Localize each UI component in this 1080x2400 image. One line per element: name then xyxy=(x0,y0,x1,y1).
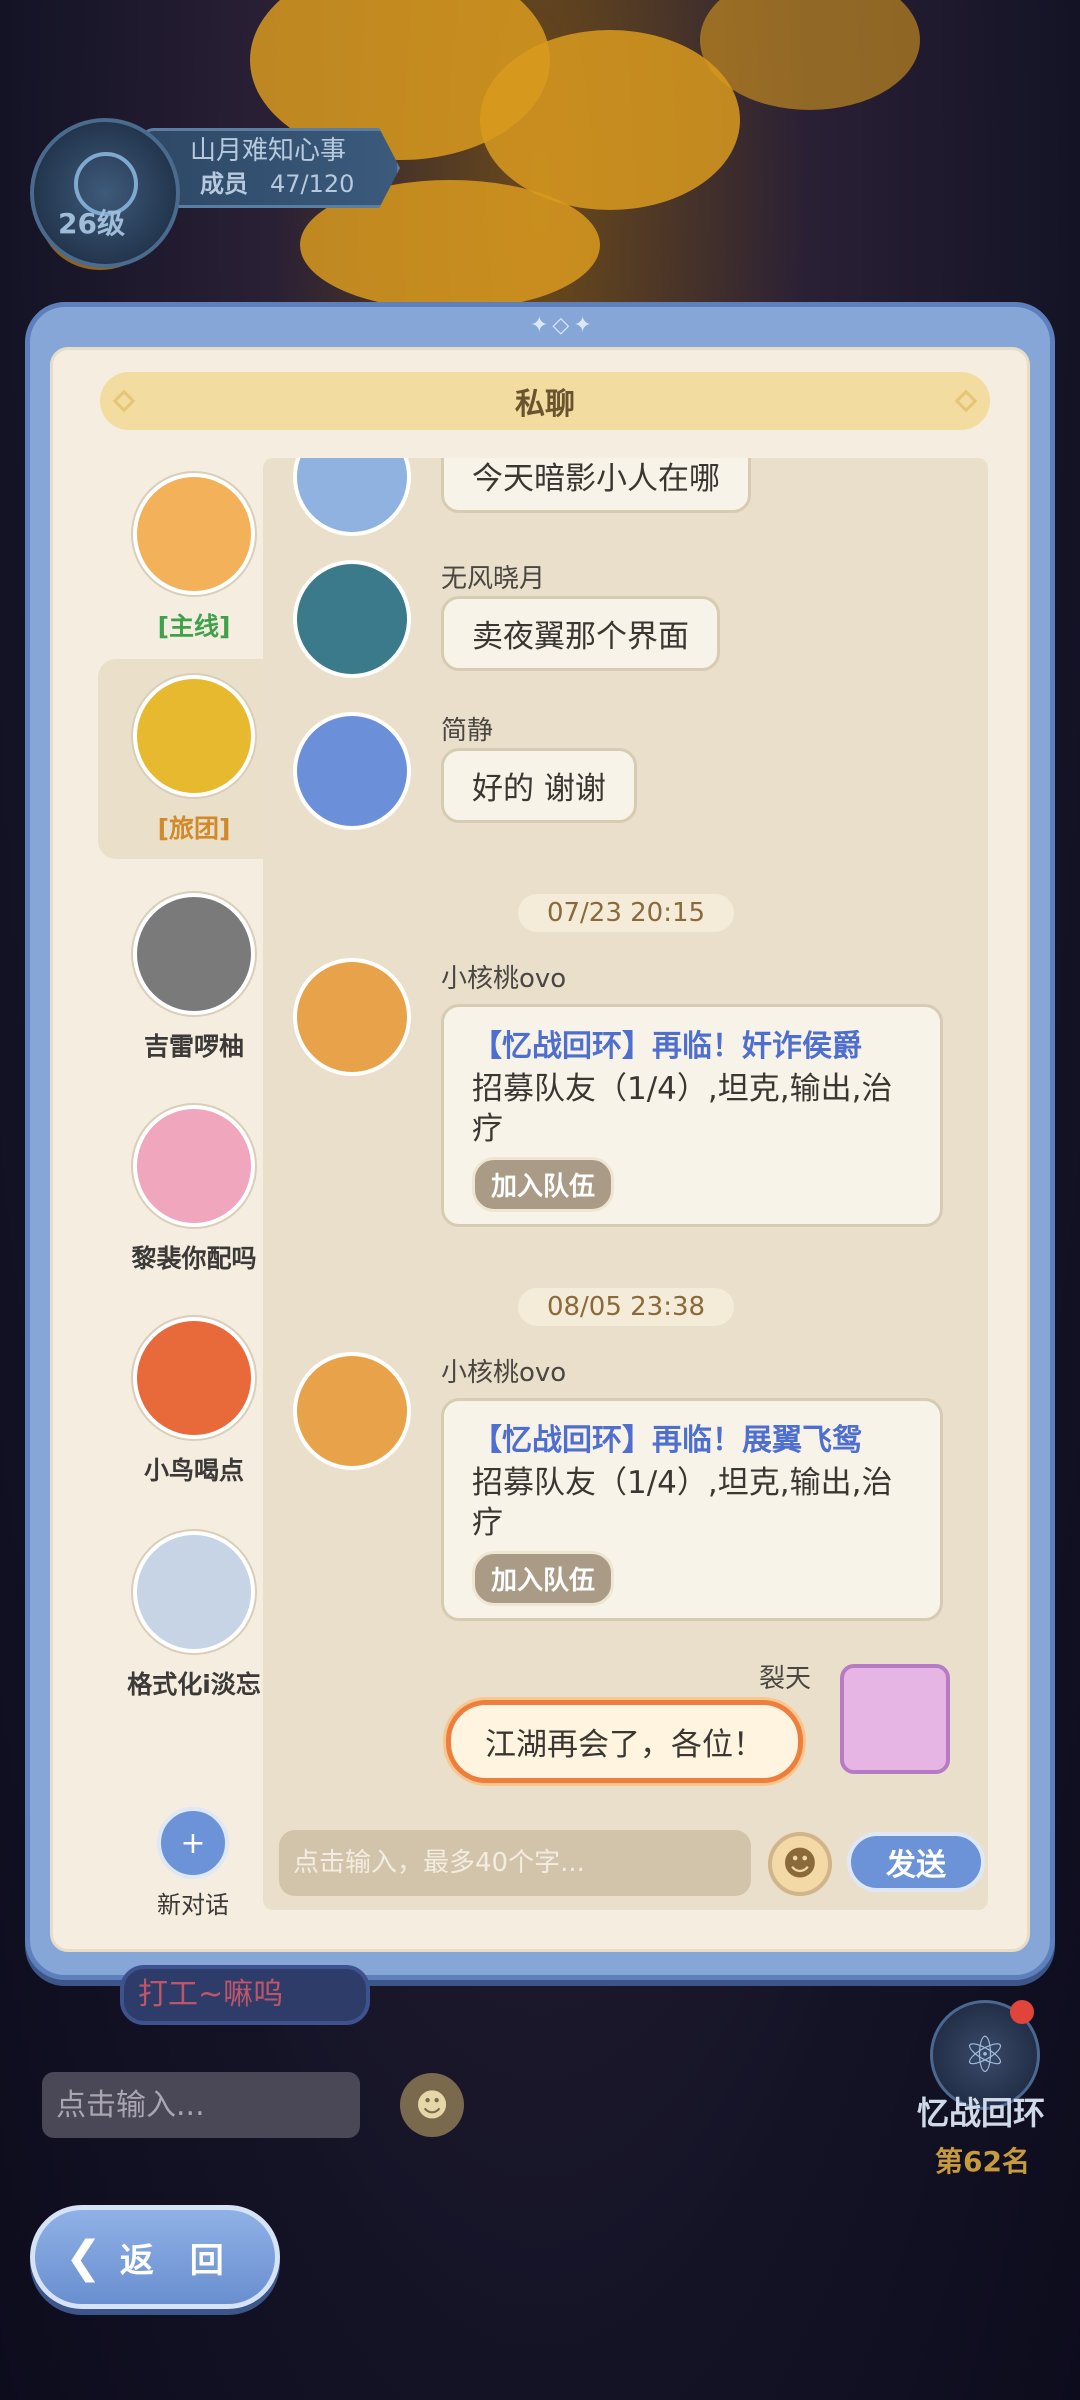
contact-name: [主线] xyxy=(157,612,231,641)
message-bubble: 卖夜翼那个界面 xyxy=(441,596,720,671)
chat-input[interactable] xyxy=(279,1830,751,1896)
avatar xyxy=(133,473,255,595)
contact-sidebar: [主线] [旅团] 吉雷啰柚 黎裴你配吗 小鸟喝点 格式化i淡忘 + 新对话 xyxy=(98,457,290,1920)
card-title: 【忆战回环】再临！奸诈侯爵 xyxy=(472,1029,862,1064)
sender-name: 小核桃ovo xyxy=(441,1358,567,1388)
avatar xyxy=(293,458,411,536)
back-button[interactable]: ❮ 返 回 xyxy=(30,2205,280,2309)
contact-xiaoniao[interactable]: 小鸟喝点 xyxy=(98,1301,290,1501)
event-rank: 第62名 xyxy=(935,2145,1030,2178)
new-chat-icon: + xyxy=(157,1807,229,1879)
sender-name: 小核桃ovo xyxy=(441,964,567,994)
event-title: 忆战回环 xyxy=(917,2094,1046,2132)
team-recruit-card[interactable]: 【忆战回环】再临！奸诈侯爵 招募队友（1/4）,坦克,输出,治疗 加入队伍 xyxy=(441,1004,943,1227)
new-chat-button[interactable]: + 新对话 xyxy=(153,1807,233,1920)
avatar xyxy=(133,1317,255,1439)
send-button[interactable]: 发送 xyxy=(847,1832,985,1892)
avatar xyxy=(840,1664,950,1774)
guild-level: 26级 xyxy=(58,207,125,240)
avatar xyxy=(133,1531,255,1653)
chat-input-row: ☻ 发送 xyxy=(263,1818,988,1908)
contact-name: 小鸟喝点 xyxy=(143,1456,244,1485)
guild-name: 山月难知心事 xyxy=(190,136,347,166)
timestamp: 08/05 23:38 xyxy=(518,1288,734,1326)
notification-dot xyxy=(1010,2000,1034,2024)
contact-name: 黎裴你配吗 xyxy=(131,1244,257,1273)
guild-badge[interactable]: 26级 山月难知心事 成员 47/120 xyxy=(20,118,400,268)
sender-name: 简静 xyxy=(441,716,494,746)
chat-panel[interactable]: 今天暗影小人在哪 无风晓月 卖夜翼那个界面 简静 好的 谢谢 07/23 20:… xyxy=(263,458,988,1910)
background-chat-bubble: 打工~嘛呜 xyxy=(120,1965,370,2025)
join-team-button[interactable]: 加入队伍 xyxy=(472,1551,615,1606)
card-body: 招募队友（1/4）,坦克,输出,治疗 xyxy=(472,1071,893,1147)
modal-title: 私聊 xyxy=(515,387,575,422)
emoji-button[interactable]: ☻ xyxy=(768,1832,832,1896)
smile-icon: ☻ xyxy=(415,2086,449,2124)
diamond-icon xyxy=(954,389,978,413)
new-chat-label: 新对话 xyxy=(157,1891,229,1919)
message-bubble: 好的 谢谢 xyxy=(441,748,637,823)
back-arrow-icon: ❮ xyxy=(65,2231,102,2283)
contact-guild[interactable]: [旅团] xyxy=(98,659,290,859)
avatar xyxy=(133,893,255,1015)
contact-name: 吉雷啰柚 xyxy=(143,1032,244,1061)
sender-name: 裂天 xyxy=(758,1664,811,1694)
contact-name: 格式化i淡忘 xyxy=(127,1670,261,1699)
sender-name: 无风晓月 xyxy=(441,564,546,594)
contact-lipei[interactable]: 黎裴你配吗 xyxy=(98,1089,290,1289)
back-label: 返 回 xyxy=(119,2240,236,2281)
avatar xyxy=(293,712,411,830)
smile-icon: ☻ xyxy=(782,1844,818,1884)
bottom-chat-input[interactable] xyxy=(42,2072,360,2138)
diamond-icon xyxy=(112,389,136,413)
guild-emblem-icon xyxy=(30,118,180,268)
avatar xyxy=(293,958,411,1076)
avatar xyxy=(293,560,411,678)
contact-geshihua[interactable]: 格式化i淡忘 xyxy=(98,1515,290,1715)
card-body: 招募队友（1/4）,坦克,输出,治疗 xyxy=(472,1465,893,1541)
modal-deco-icon: ✦◇✦ xyxy=(530,313,596,338)
modal-title-bar: 私聊 xyxy=(100,372,990,430)
team-recruit-card[interactable]: 【忆战回环】再临！展翼飞鸳 招募队友（1/4）,坦克,输出,治疗 加入队伍 xyxy=(441,1398,943,1621)
contact-name: [旅团] xyxy=(157,814,231,843)
message-bubble: 江湖再会了，各位！ xyxy=(446,1700,803,1783)
timestamp: 07/23 20:15 xyxy=(518,894,734,932)
card-title: 【忆战回环】再临！展翼飞鸳 xyxy=(472,1423,862,1458)
contact-main-quest[interactable]: [主线] xyxy=(98,457,290,657)
foliage xyxy=(480,30,740,210)
avatar xyxy=(133,675,255,797)
guild-members: 成员 47/120 xyxy=(200,170,355,198)
message-bubble: 今天暗影小人在哪 xyxy=(441,458,751,513)
bottom-emoji-button[interactable]: ☻ xyxy=(400,2073,464,2137)
avatar xyxy=(133,1105,255,1227)
contact-jileiluoyou[interactable]: 吉雷啰柚 xyxy=(98,877,290,1077)
avatar xyxy=(293,1352,411,1470)
join-team-button[interactable]: 加入队伍 xyxy=(472,1157,615,1212)
